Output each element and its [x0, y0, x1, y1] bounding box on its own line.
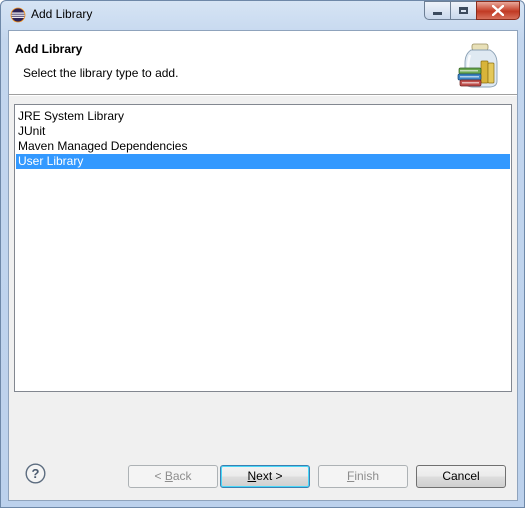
cancel-button[interactable]: Cancel [416, 465, 506, 488]
finish-button[interactable]: Finish [318, 465, 408, 488]
eclipse-icon [10, 7, 26, 23]
dialog-client-area: Add Library Select the library type to a… [8, 30, 518, 501]
minimize-icon [433, 12, 442, 15]
list-item-user-library[interactable]: User Library [16, 154, 510, 169]
back-button[interactable]: < Back [128, 465, 218, 488]
library-jar-books-icon [457, 43, 498, 88]
next-button[interactable]: Next > [220, 465, 310, 488]
list-item-junit[interactable]: JUnit [16, 124, 510, 139]
list-item-maven-managed-dependencies[interactable]: Maven Managed Dependencies [16, 139, 510, 154]
minimize-button[interactable] [424, 1, 450, 20]
list-item-jre-system-library[interactable]: JRE System Library [16, 109, 510, 124]
help-icon[interactable]: ? [25, 463, 46, 484]
window-title: Add Library [31, 7, 93, 21]
maximize-icon [459, 7, 468, 14]
wizard-page-description: Select the library type to add. [23, 66, 179, 80]
close-icon [492, 5, 504, 16]
library-type-list[interactable]: JRE System Library JUnit Maven Managed D… [14, 104, 512, 392]
add-library-dialog: Add Library Add Library Select the libra… [0, 0, 525, 508]
wizard-body: JRE System Library JUnit Maven Managed D… [9, 96, 517, 500]
wizard-page-title: Add Library [15, 42, 83, 56]
svg-text:?: ? [32, 466, 40, 481]
maximize-button[interactable] [450, 1, 476, 20]
wizard-header: Add Library Select the library type to a… [9, 31, 517, 94]
caption-buttons [424, 1, 520, 21]
title-bar[interactable]: Add Library [1, 1, 524, 29]
close-button[interactable] [476, 1, 520, 20]
